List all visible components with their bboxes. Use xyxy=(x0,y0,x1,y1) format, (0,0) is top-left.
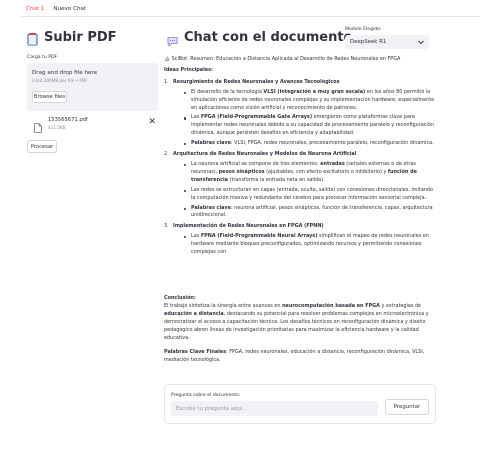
uploaded-file-size: 411.5KB xyxy=(48,125,66,130)
section-number: 2. xyxy=(164,151,169,158)
uploaded-file: 153565671.pdf 411.5KB ✕ xyxy=(34,117,156,133)
bullet-text: (ajustables, con efecto excitatorio o in… xyxy=(264,168,388,175)
bullet-item: Palabras clave: VLSI, FPGA, redes neuron… xyxy=(183,140,436,148)
section-bullets: Las FPNA (Field-Programmable Neural Arra… xyxy=(173,233,436,257)
answer-message: 🔬 SciBot: Resumen: Educación a Distancia… xyxy=(164,56,436,288)
chat-title: Chat con el documento xyxy=(184,30,353,45)
bullet-item: Las FPGA (Field-Programmable Gate Arrays… xyxy=(183,114,436,138)
section-number: 3. xyxy=(164,223,169,230)
book-icon xyxy=(27,31,38,46)
chevron-down-icon xyxy=(417,38,425,46)
answer-sections: 1. Resurgimiento de Redes Neuronales y Av… xyxy=(164,79,436,257)
bullet-text: FPGA (Field-Programmable Gate Arrays) xyxy=(200,114,313,121)
process-button[interactable]: Procesar xyxy=(27,140,57,153)
browse-files-button[interactable]: Browse files xyxy=(32,91,67,103)
answer-section: 1. Resurgimiento de Redes Neuronales y Av… xyxy=(164,79,436,148)
bullet-text: El desarrollo de la tecnología xyxy=(191,88,264,95)
answer-summary: 🔬 SciBot: Resumen: Educación a Distancia… xyxy=(164,56,401,62)
file-icon xyxy=(34,118,42,133)
question-input[interactable] xyxy=(171,401,378,416)
chat-header: Chat con el documento xyxy=(167,30,353,47)
file-dropzone[interactable]: Drag and drop file here Limit 200MB per … xyxy=(27,63,158,111)
final-keywords-label: Palabras Clave Finales xyxy=(164,349,227,356)
bullet-text: entradas xyxy=(320,160,345,167)
bullet-text: Las xyxy=(191,233,201,240)
section-title: Implementación de Redes Neuronales en FP… xyxy=(173,223,324,230)
conclusion-text: y estrategias de xyxy=(379,302,422,309)
question-form: Pregunta sobre el documento: Preguntar xyxy=(164,384,436,424)
uploaded-file-name: 153565671.pdf xyxy=(48,117,88,123)
tab-divider xyxy=(20,16,480,17)
bullet-item: Palabras clave: neurona artificial, peso… xyxy=(183,205,436,221)
model-label: Modelo Elegido: xyxy=(345,27,382,32)
bullet-text: VLSI (integración a muy gran escala) xyxy=(263,88,366,95)
answer-section: 2. Arquitectura de Redes Neuronales y Mod… xyxy=(164,151,436,220)
model-select[interactable]: DeepSeek R1 xyxy=(345,35,429,49)
dropzone-limit: Limit 200MB per file • PDF xyxy=(32,78,88,83)
bullet-text: pesos sinápticos xyxy=(218,168,265,175)
close-icon[interactable]: ✕ xyxy=(148,118,156,127)
answer-section: 3. Implementación de Redes Neuronales en … xyxy=(164,223,436,257)
section-bullets: La neurona artificial se compone de tres… xyxy=(173,161,436,220)
bullet-item: El desarrollo de la tecnología VLSI (int… xyxy=(183,89,436,113)
speech-bubble-icon xyxy=(167,32,178,47)
bullet-text: Palabras clave xyxy=(191,140,231,147)
tab-chat-1[interactable]: Chat 1 xyxy=(26,3,45,17)
bullet-text: : VLSI, FPGA, redes neuronales, procesam… xyxy=(230,140,434,147)
microscope-icon: 🔬 xyxy=(164,56,171,62)
conclusion-block: Conclusión: El trabajo sintetiza la sine… xyxy=(164,295,436,365)
bullet-text: FPNA (Field-Programmable Neural Arrays) xyxy=(200,233,318,240)
section-number: 1. xyxy=(164,78,169,85)
upload-header: Subir PDF xyxy=(27,30,117,46)
question-label: Pregunta sobre el documento: xyxy=(171,393,241,398)
bullet-text: Palabras clave xyxy=(191,204,231,211)
ask-button[interactable]: Preguntar xyxy=(385,399,429,415)
section-bullets: El desarrollo de la tecnología VLSI (int… xyxy=(173,89,436,148)
bullet-item: Las redes se estructuran en capas (entra… xyxy=(183,187,436,203)
bullet-text: (transforma la entrada neta en salida). xyxy=(227,176,325,183)
model-select-value: DeepSeek R1 xyxy=(350,39,387,45)
section-title: Arquitectura de Redes Neuronales y Model… xyxy=(173,151,357,158)
dropzone-title: Drag and drop file here xyxy=(32,70,98,76)
bullet-text: Las redes se estructuran en capas (entra… xyxy=(191,186,434,201)
final-keywords: Palabras Clave Finales: FPGA, redes neur… xyxy=(164,349,436,365)
bullet-item: La neurona artificial se compone de tres… xyxy=(183,161,436,185)
conclusion-body: El trabajo sintetiza la sinergia entre a… xyxy=(164,303,436,343)
conclusion-text: educación a distancia xyxy=(164,310,224,317)
conclusion-title: Conclusión: xyxy=(164,295,196,301)
tab-nuevo-chat[interactable]: Nuevo Chat xyxy=(53,3,86,17)
upload-title: Subir PDF xyxy=(44,30,117,45)
ideas-title: Ideas Principales: xyxy=(164,66,213,73)
bullet-item: Las FPNA (Field-Programmable Neural Arra… xyxy=(183,233,436,257)
section-title: Resurgimiento de Redes Neuronales y Avan… xyxy=(173,78,340,85)
bullet-text: Las xyxy=(191,114,201,121)
file-uploader-label: Carga tu PDF xyxy=(27,55,58,60)
conclusion-text: El trabajo sintetiza la sinergia entre a… xyxy=(164,302,283,309)
conclusion-text: neurocomputación basada en FPGA xyxy=(282,302,380,309)
bullet-text: La neurona artificial se compone de tres… xyxy=(191,160,321,167)
